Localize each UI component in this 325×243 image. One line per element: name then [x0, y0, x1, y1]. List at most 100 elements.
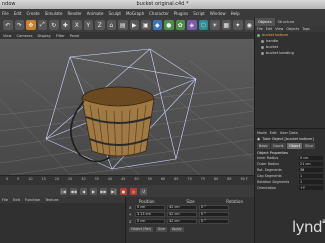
size-y-field[interactable]: 42 cm — [167, 212, 197, 217]
menu-file[interactable]: File — [2, 11, 9, 16]
menu-plugins[interactable]: Plugins — [174, 11, 188, 16]
prop-value-field[interactable]: 1 — [299, 174, 323, 178]
size-z-field[interactable]: 42 cm — [167, 219, 197, 224]
object-item-bucket-banding[interactable]: bucket banding — [255, 50, 325, 56]
tab-structure[interactable]: Structure — [275, 18, 298, 26]
object-menu-file[interactable]: File — [257, 27, 263, 31]
render-region-icon[interactable]: ▤ — [118, 20, 128, 30]
timeline-tick: 50 — [134, 177, 139, 181]
prop-value-field[interactable]: 36 — [299, 168, 323, 172]
material-manager: File Edit Function Texture — [0, 197, 126, 243]
viewport-scene — [0, 48, 254, 175]
menu-render[interactable]: Render — [67, 11, 81, 16]
apply-button[interactable]: Apply — [169, 227, 184, 232]
scale-tool-icon[interactable]: ⤢ — [37, 20, 47, 30]
object-menu-tags[interactable]: Tags — [302, 27, 310, 31]
object-menu-objects[interactable]: Objects — [286, 27, 299, 31]
material-menu-edit[interactable]: Edit — [13, 198, 20, 202]
material-menu-function[interactable]: Function — [25, 198, 40, 202]
render-view-icon[interactable]: ▶ — [129, 20, 139, 30]
light-icon[interactable]: ☀ — [210, 20, 220, 30]
autokey-icon[interactable]: ◎ — [130, 187, 137, 195]
axis-label: Y — [129, 212, 132, 217]
material-menu-texture[interactable]: Texture — [45, 198, 58, 202]
z-axis-icon[interactable]: Z — [95, 20, 105, 30]
y-axis-icon[interactable]: Y — [83, 20, 93, 30]
tab-basic[interactable]: Basic — [257, 143, 270, 149]
world-coordinates-icon[interactable]: ⌂ — [106, 20, 116, 30]
step-back-icon[interactable]: ◀ — [80, 187, 87, 195]
position-x-field[interactable]: 0 cm — [135, 205, 165, 210]
size-mode-select[interactable]: Size — [156, 227, 167, 232]
prop-value-field[interactable]: 21 cm — [299, 162, 323, 166]
fast-forward-icon[interactable]: ▶▶ — [100, 187, 107, 195]
timeline-ruler[interactable]: 0 5 10 15 20 25 30 35 40 45 50 55 60 65 … — [0, 175, 254, 185]
attribute-menu-mode[interactable]: Mode — [257, 131, 267, 135]
scene-icon[interactable]: ⬡ — [198, 20, 208, 30]
prop-label: Rot. Segments — [257, 168, 282, 172]
transport-controls: |◀ ◀◀ ◀ ▶ ▶▶ ▶| ● ◎ ↺ — [0, 185, 254, 197]
size-x-field[interactable]: 42 cm — [167, 205, 197, 210]
menu-edit[interactable]: Edit — [14, 11, 22, 16]
object-menu-edit[interactable]: Edit — [266, 27, 273, 31]
menu-script[interactable]: Script — [193, 11, 205, 16]
x-axis-icon[interactable]: X — [72, 20, 82, 30]
menu-help[interactable]: Help — [231, 11, 240, 16]
menu-simulate[interactable]: Simulate — [45, 11, 63, 16]
timeline-tick: 10 — [28, 177, 33, 181]
rotate-tool-icon[interactable]: ↻ — [49, 20, 59, 30]
floor-icon[interactable]: ▦ — [221, 20, 231, 30]
rotation-b-field[interactable]: 0 ° — [199, 219, 229, 224]
array-icon[interactable]: ✿ — [175, 20, 185, 30]
menu-create[interactable]: Create — [26, 11, 39, 16]
menu-sculpt[interactable]: Sculpt — [108, 11, 121, 16]
attribute-menu-edit[interactable]: Edit — [270, 131, 277, 135]
3d-viewport[interactable] — [0, 39, 254, 175]
move-tool-icon[interactable]: ✥ — [26, 20, 36, 30]
viewport-menu-view[interactable]: View — [3, 34, 12, 38]
redo-icon[interactable]: ↷ — [14, 20, 24, 30]
menu-window[interactable]: Window — [210, 11, 226, 16]
tab-objects[interactable]: Objects — [255, 18, 275, 26]
menu-character[interactable]: Character — [149, 11, 169, 16]
go-to-end-icon[interactable]: ▶| — [110, 187, 117, 195]
watermark-text: lynd — [292, 218, 323, 236]
object-type-icon — [261, 45, 264, 49]
undo-icon[interactable]: ↶ — [3, 20, 13, 30]
attribute-menu-user-data[interactable]: User Data — [280, 131, 298, 135]
spline-icon[interactable]: ✦ — [233, 20, 243, 30]
timeline-tick: 30 — [81, 177, 86, 181]
viewport-menu-filter[interactable]: Filter — [56, 34, 65, 38]
viewport-menu-panel[interactable]: Panel — [70, 34, 80, 38]
prop-value-field[interactable]: 1 — [299, 180, 323, 184]
object-menu-view[interactable]: View — [275, 27, 283, 31]
coordinate-mode-select[interactable]: Object (Rel) — [129, 227, 153, 232]
menu-mograph[interactable]: MoGraph — [126, 11, 144, 16]
rewind-icon[interactable]: ◀◀ — [70, 187, 77, 195]
rotation-p-field[interactable]: 0 ° — [199, 212, 229, 217]
rotation-h-field[interactable]: 0 ° — [199, 205, 229, 210]
viewport-menu-display[interactable]: Display — [38, 34, 51, 38]
go-to-start-icon[interactable]: |◀ — [60, 187, 67, 195]
viewport-menu-cameras[interactable]: Cameras — [17, 34, 33, 38]
tab-object[interactable]: Object — [287, 143, 303, 149]
prop-value-field[interactable]: +Y — [299, 186, 323, 190]
attribute-object-label: ◉ Tube Object [bucket bottom] — [257, 136, 323, 142]
record-icon[interactable]: ● — [120, 187, 127, 195]
live-selection-icon[interactable]: ✚ — [60, 20, 70, 30]
menu-animate[interactable]: Animate — [87, 11, 104, 16]
position-y-field[interactable]: 3.13 cm — [135, 212, 165, 217]
render-settings-icon[interactable]: ▣ — [141, 20, 151, 30]
tab-coord[interactable]: Coord. — [270, 143, 287, 149]
cube-icon[interactable]: ◆ — [152, 20, 162, 30]
play-icon[interactable]: ▶ — [90, 187, 97, 195]
object-type-icon — [261, 39, 264, 43]
tab-slice[interactable]: Slice — [303, 143, 316, 149]
prop-value-field[interactable]: 0 cm — [299, 156, 323, 160]
camera-icon[interactable]: ◉ — [244, 20, 254, 30]
position-z-field[interactable]: 0 cm — [135, 219, 165, 224]
deformer-icon[interactable]: ◈ — [187, 20, 197, 30]
nurbs-icon[interactable]: ● — [164, 20, 174, 30]
loop-icon[interactable]: ↺ — [140, 187, 147, 195]
material-menu-file[interactable]: File — [2, 198, 8, 202]
